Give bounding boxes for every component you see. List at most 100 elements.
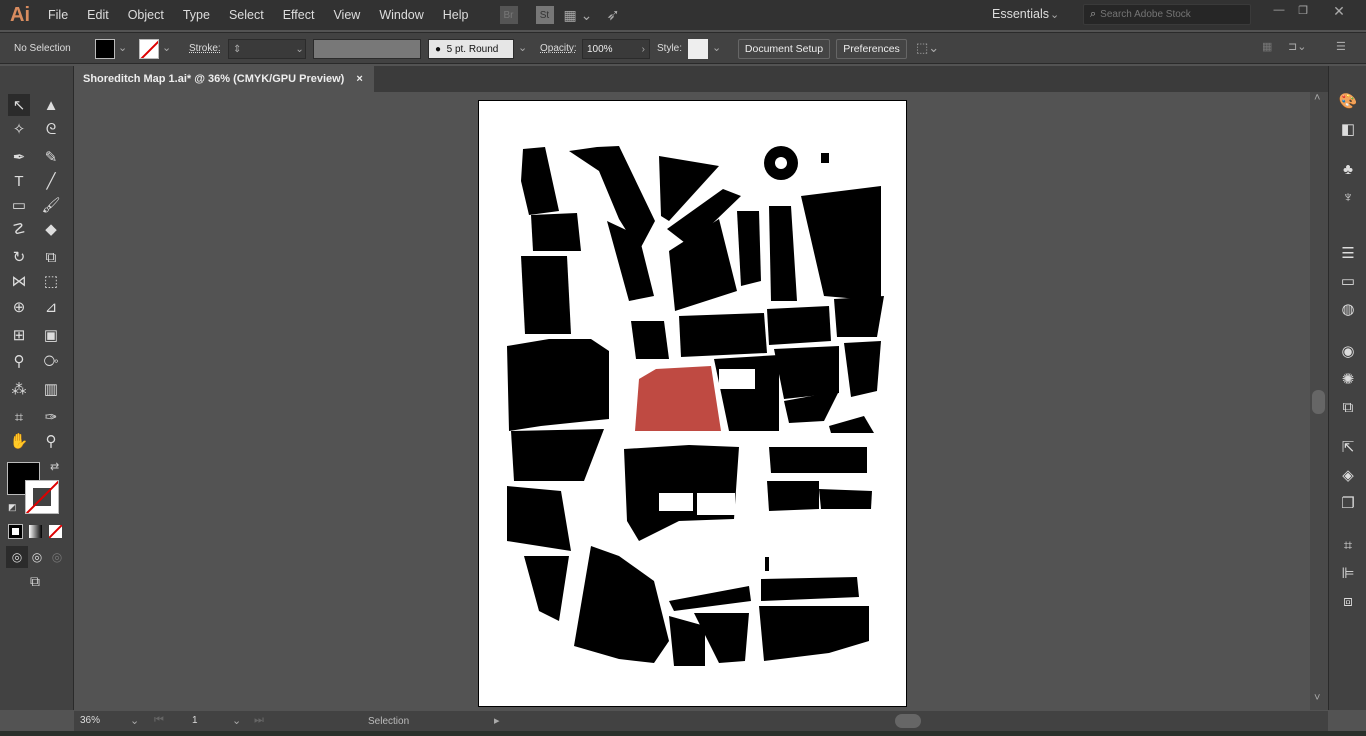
default-colors-icon[interactable]: ◩ <box>8 502 17 513</box>
menu-file[interactable]: File <box>40 8 79 22</box>
draw-behind-icon[interactable]: ◎ <box>26 546 48 568</box>
horizontal-scroll-thumb[interactable] <box>895 714 921 728</box>
scroll-up-icon[interactable]: ˄ <box>1314 92 1320 104</box>
transform-panel-icon[interactable]: ⌗ <box>1337 534 1359 556</box>
align-icon[interactable]: ▦ <box>1262 40 1272 53</box>
mesh-tool-icon[interactable]: ⊞ <box>8 324 30 346</box>
graphic-styles-icon[interactable]: ✺ <box>1337 368 1359 390</box>
menu-help[interactable]: Help <box>435 8 480 22</box>
magic-wand-icon[interactable]: ✧ <box>8 118 30 140</box>
screen-mode-icon[interactable]: ⧉ <box>24 570 46 592</box>
width-tool-icon[interactable]: ⋈ <box>8 270 30 292</box>
variable-width-profile[interactable] <box>313 39 421 59</box>
panel-menu-icon[interactable]: ☰ <box>1336 40 1346 53</box>
pathfinder-icon[interactable]: ⧈ <box>1337 590 1359 612</box>
eraser-icon[interactable]: ◆ <box>40 218 62 240</box>
menu-type[interactable]: Type <box>175 8 221 22</box>
chevron-down-icon[interactable]: ⌄ <box>518 41 527 54</box>
brush-definition[interactable]: ● 5 pt. Round <box>428 39 514 59</box>
symbol-sprayer-icon[interactable]: ⁂ <box>8 378 30 400</box>
artboard[interactable] <box>478 100 907 707</box>
fill-swatch[interactable] <box>95 39 115 59</box>
draw-normal-icon[interactable]: ◎ <box>6 546 28 568</box>
menu-select[interactable]: Select <box>221 8 275 22</box>
search-stock-input[interactable] <box>1100 9 1241 20</box>
status-menu-icon[interactable]: ▸ <box>494 714 500 727</box>
chevron-down-icon[interactable]: ⌄ <box>118 41 127 54</box>
zoom-tool-icon[interactable]: ⚲ <box>40 430 62 452</box>
graphic-style-swatch[interactable] <box>688 39 708 59</box>
perspective-grid-icon[interactable]: ⊿ <box>40 296 62 318</box>
paintbrush-icon[interactable]: 🖌 <box>40 194 62 216</box>
transform-icon[interactable]: ⊐⌄ <box>1288 40 1306 53</box>
scroll-thumb[interactable] <box>1312 390 1325 414</box>
direct-selection-tool-icon[interactable]: ▲ <box>40 94 62 116</box>
align-panel-icon[interactable]: ⊫ <box>1337 562 1359 584</box>
shape-builder-icon[interactable]: ⊕ <box>8 296 30 318</box>
export-icon[interactable]: ⇱ <box>1337 436 1359 458</box>
restore-icon[interactable]: ❐ <box>1292 4 1314 17</box>
opacity-field[interactable]: 100% › <box>582 39 650 59</box>
menu-effect[interactable]: Effect <box>275 8 326 22</box>
eyedropper-icon[interactable]: ⚲ <box>8 350 30 372</box>
menu-object[interactable]: Object <box>120 8 175 22</box>
rotate-tool-icon[interactable]: ↻ <box>8 246 30 268</box>
stroke-color-box[interactable] <box>25 480 59 514</box>
stroke-weight-field[interactable]: ⇕ ⌄ <box>228 39 306 59</box>
draw-inside-icon[interactable]: ◎ <box>46 546 68 568</box>
layers-icon[interactable]: ◈ <box>1337 464 1359 486</box>
hand-tool-icon[interactable]: ✋ <box>8 430 30 452</box>
close-tab-icon[interactable]: × <box>356 73 362 85</box>
first-artboard-icon[interactable]: ⏮ <box>154 714 164 727</box>
vertical-scrollbar[interactable]: ˄ ˅ <box>1310 92 1328 710</box>
scale-tool-icon[interactable]: ⧉ <box>40 246 62 268</box>
opacity-label[interactable]: Opacity: <box>540 43 577 54</box>
slice-tool-icon[interactable]: ✑ <box>40 406 62 428</box>
zoom-level[interactable]: 36% <box>80 715 100 726</box>
artboard-number[interactable]: 1 <box>192 715 198 726</box>
blend-tool-icon[interactable]: ⧂ <box>40 350 62 372</box>
preferences-button[interactable]: Preferences <box>836 39 907 59</box>
appearance-icon[interactable]: ◉ <box>1337 340 1359 362</box>
rectangle-tool-icon[interactable]: ▭ <box>8 194 30 216</box>
minimize-icon[interactable]: — <box>1268 4 1290 16</box>
gpu-performance-icon[interactable]: ➶ <box>606 5 619 25</box>
shaper-tool-icon[interactable]: ☡ <box>8 218 30 240</box>
last-artboard-icon[interactable]: ⏭ <box>254 714 264 727</box>
color-mode-icon[interactable] <box>8 524 23 539</box>
select-similar-icon[interactable]: ⬚⌄ <box>916 40 939 56</box>
chevron-down-icon[interactable]: ⌄ <box>712 41 721 54</box>
brushes-icon[interactable]: ♆ <box>1337 186 1359 208</box>
document-setup-button[interactable]: Document Setup <box>738 39 830 59</box>
menu-window[interactable]: Window <box>371 8 434 22</box>
menu-view[interactable]: View <box>325 8 371 22</box>
type-tool-icon[interactable]: T <box>8 170 30 192</box>
color-guide-icon[interactable]: ◧ <box>1337 118 1359 140</box>
gradient-mode-icon[interactable] <box>29 525 42 538</box>
workspace-switcher[interactable]: Essentials <box>992 7 1049 21</box>
stroke-label[interactable]: Stroke: <box>189 43 221 54</box>
transparency-icon[interactable]: ◍ <box>1337 298 1359 320</box>
lasso-icon[interactable]: ᘓ <box>40 118 62 140</box>
stock-button[interactable]: St <box>535 6 554 24</box>
arrange-documents-icon[interactable]: ▦ ⌄ <box>564 7 593 24</box>
chevron-down-icon[interactable]: ⌄ <box>162 41 171 54</box>
pen-tool-icon[interactable]: ✒ <box>8 146 30 168</box>
gradient-tool-icon[interactable]: ▣ <box>40 324 62 346</box>
symbols-icon[interactable]: ♣ <box>1337 158 1359 180</box>
stroke-swatch[interactable] <box>139 39 159 59</box>
document-tab[interactable]: Shoreditch Map 1.ai* @ 36% (CMYK/GPU Pre… <box>74 66 374 92</box>
close-window-icon[interactable]: ✕ <box>1324 3 1354 20</box>
image-trace-icon[interactable]: ⧉ <box>1337 396 1359 418</box>
bridge-button[interactable]: Br <box>499 6 518 24</box>
chevron-down-icon[interactable]: ⌄ <box>232 714 241 727</box>
gradient-panel-icon[interactable]: ▭ <box>1337 270 1359 292</box>
stroke-panel-icon[interactable]: ☰ <box>1337 242 1359 264</box>
curvature-tool-icon[interactable]: ✎ <box>40 146 62 168</box>
scroll-down-icon[interactable]: ˅ <box>1314 692 1320 704</box>
column-graph-icon[interactable]: ▥ <box>40 378 62 400</box>
line-tool-icon[interactable]: ╱ <box>40 170 62 192</box>
free-transform-icon[interactable]: ⬚ <box>40 270 62 292</box>
horizontal-scrollbar[interactable] <box>508 711 1304 731</box>
selection-tool-icon[interactable]: ↖ <box>8 94 30 116</box>
